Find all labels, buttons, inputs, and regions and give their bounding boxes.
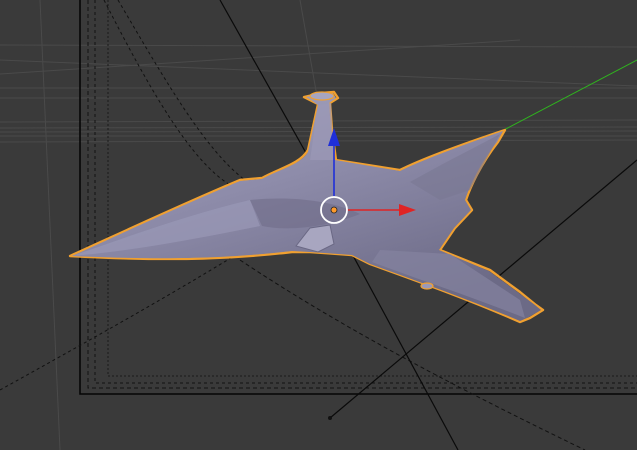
jet-tail-pod xyxy=(309,91,335,101)
viewport-canvas[interactable] xyxy=(0,0,637,450)
jet-wingtip-pod xyxy=(420,282,434,290)
object-origin xyxy=(330,206,338,214)
3d-viewport[interactable] xyxy=(0,0,637,450)
lamp-point[interactable] xyxy=(328,416,332,420)
